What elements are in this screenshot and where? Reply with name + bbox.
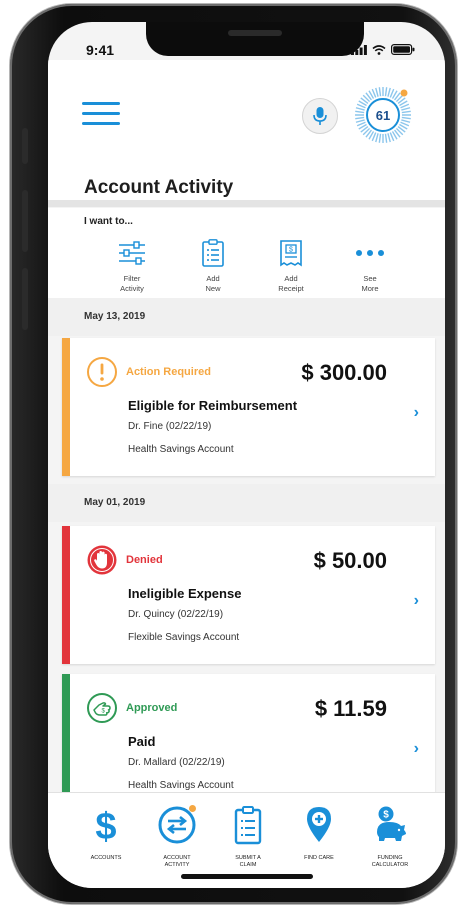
status-text: Denied bbox=[126, 554, 163, 566]
dollar-icon: $ bbox=[95, 806, 116, 844]
wellness-score[interactable]: 61 bbox=[352, 84, 414, 146]
add-receipt-label-2: Receipt bbox=[278, 284, 304, 293]
transaction-title: Paid bbox=[128, 734, 156, 749]
see-more-button[interactable]: See More bbox=[335, 238, 405, 294]
nav-claim-label-2: CLAIM bbox=[239, 862, 257, 868]
add-receipt-label-1: Add bbox=[284, 274, 298, 283]
exclamation-icon bbox=[87, 357, 117, 387]
date-header: May 01, 2019 bbox=[48, 484, 445, 522]
date-header: May 13, 2019 bbox=[48, 298, 445, 336]
stop-hand-icon bbox=[87, 545, 117, 575]
status-badge: Denied bbox=[86, 544, 163, 576]
volume-up-button bbox=[22, 190, 28, 252]
section-divider bbox=[48, 200, 445, 207]
nav-account-activity[interactable]: ACCOUNT ACTIVITY bbox=[144, 803, 210, 869]
transaction-card[interactable]: Action Required $ 300.00 Eligible for Re… bbox=[62, 338, 435, 476]
menu-button[interactable] bbox=[82, 102, 120, 126]
amount: $ 11.59 bbox=[314, 696, 387, 721]
status-icons bbox=[351, 44, 415, 55]
clipboard-icon bbox=[234, 806, 262, 845]
signal-icon bbox=[351, 44, 367, 55]
status-color-bar bbox=[62, 526, 70, 664]
status-text: Action Required bbox=[126, 366, 211, 378]
score-value: 61 bbox=[375, 107, 391, 123]
more-dots-icon bbox=[356, 250, 384, 256]
amount: $ 300.00 bbox=[301, 360, 387, 385]
filter-icon bbox=[119, 241, 145, 265]
location-pin-icon bbox=[307, 807, 331, 842]
battery-icon bbox=[391, 44, 415, 55]
transaction-title: Ineligible Expense bbox=[128, 586, 242, 601]
account-name: Flexible Savings Account bbox=[128, 632, 240, 643]
chevron-right-icon: › bbox=[413, 404, 419, 421]
status-color-bar bbox=[62, 338, 70, 476]
nav-funding-calculator[interactable]: $ FUNDING CALCULATOR bbox=[357, 803, 423, 869]
home-indicator[interactable] bbox=[181, 874, 313, 879]
svg-text:$: $ bbox=[289, 247, 293, 254]
transaction-title: Eligible for Reimbursement bbox=[128, 398, 298, 413]
nav-care-label-1: FIND CARE bbox=[304, 855, 334, 861]
quick-actions-heading: I want to... bbox=[84, 216, 133, 227]
nav-calc-label-1: FUNDING bbox=[377, 855, 403, 861]
amount: $ 50.00 bbox=[313, 548, 387, 573]
volume-down-button bbox=[22, 268, 28, 330]
see-more-label-1: See bbox=[363, 274, 377, 283]
provider-name: Dr. Fine (02/22/19) bbox=[128, 421, 212, 432]
clipboard-icon bbox=[202, 239, 224, 267]
microphone-icon bbox=[313, 107, 327, 125]
transaction-card[interactable]: Denied $ 50.00 Ineligible Expense Dr. Qu… bbox=[62, 526, 435, 664]
provider-name: Dr. Quincy (02/22/19) bbox=[128, 609, 224, 620]
status-time: 9:41 bbox=[86, 42, 115, 58]
status-text: Approved bbox=[126, 702, 178, 714]
add-new-button[interactable]: Add New bbox=[178, 238, 248, 294]
page-title: Account Activity bbox=[84, 177, 234, 198]
nav-activity-label-1: ACCOUNT bbox=[163, 855, 191, 861]
nav-accounts[interactable]: $ ACCOUNTS bbox=[73, 803, 139, 862]
chevron-right-icon: › bbox=[413, 740, 419, 757]
svg-text:$: $ bbox=[383, 810, 389, 821]
date-label: May 13, 2019 bbox=[84, 311, 146, 322]
nav-activity-label-2: ACTIVITY bbox=[164, 862, 190, 868]
svg-text:$: $ bbox=[102, 709, 106, 715]
approved-hand-icon: $ bbox=[87, 693, 117, 723]
nav-find-care[interactable]: FIND CARE bbox=[286, 803, 352, 862]
filter-activity-button[interactable]: Filter Activity bbox=[97, 238, 167, 294]
status-badge: Action Required bbox=[86, 356, 211, 388]
voice-button[interactable] bbox=[302, 98, 338, 134]
filter-label-2: Activity bbox=[120, 284, 144, 293]
status-badge: $ Approved bbox=[86, 692, 177, 724]
app-header: 61 Account Activity bbox=[48, 60, 445, 200]
notification-dot bbox=[189, 805, 196, 812]
quick-actions: I want to... Filter Activity Add New $ A… bbox=[48, 208, 445, 312]
nav-claim-label-1: SUBMIT A bbox=[235, 855, 261, 861]
piggy-bank-icon: $ bbox=[377, 806, 406, 841]
provider-name: Dr. Mallard (02/22/19) bbox=[128, 757, 225, 768]
nav-accounts-label-1: ACCOUNTS bbox=[90, 855, 122, 861]
filter-label-1: Filter bbox=[123, 274, 141, 283]
see-more-label-2: More bbox=[361, 284, 379, 293]
svg-text:$: $ bbox=[95, 806, 116, 844]
phone-screen: 61 Account Activity 9:41 I want to... Fi… bbox=[48, 22, 445, 888]
add-new-label-2: New bbox=[205, 284, 221, 293]
date-label: May 01, 2019 bbox=[84, 497, 146, 508]
add-new-label-1: Add bbox=[206, 274, 220, 283]
wifi-icon bbox=[372, 44, 386, 55]
notch bbox=[146, 22, 364, 56]
silent-switch bbox=[22, 128, 28, 164]
receipt-icon: $ bbox=[280, 240, 302, 267]
chevron-right-icon: › bbox=[413, 592, 419, 609]
nav-submit-claim[interactable]: SUBMIT A CLAIM bbox=[215, 803, 281, 869]
account-name: Health Savings Account bbox=[128, 444, 234, 455]
add-receipt-button[interactable]: $ Add Receipt bbox=[256, 238, 326, 294]
nav-calc-label-2: CALCULATOR bbox=[371, 862, 409, 868]
account-name: Health Savings Account bbox=[128, 780, 234, 791]
